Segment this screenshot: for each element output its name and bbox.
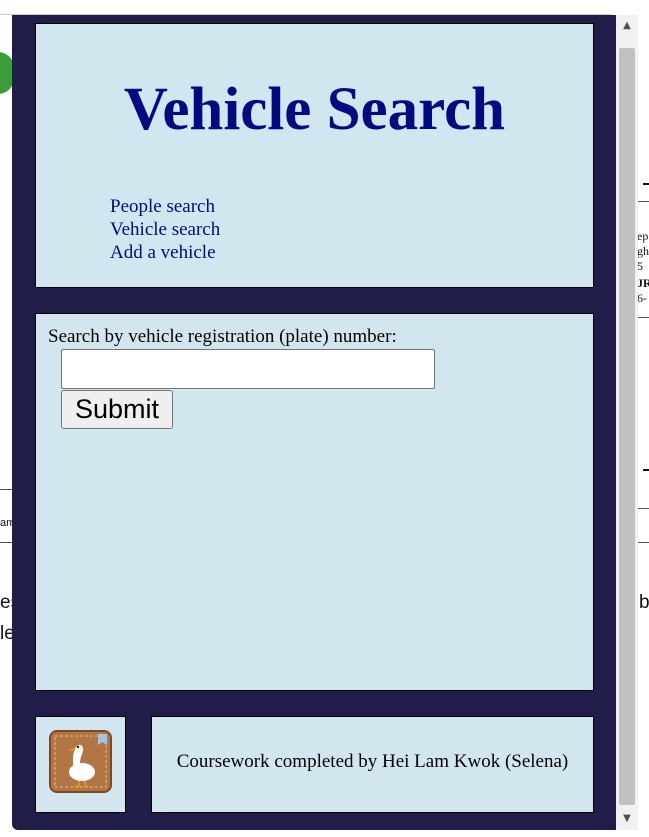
app-window: Vehicle Search People search Vehicle sea… bbox=[12, 15, 616, 830]
nav-link-vehicle-search[interactable]: Vehicle search bbox=[110, 218, 220, 241]
nav-item: People search bbox=[110, 195, 220, 218]
nav-menu: People search Vehicle search Add a vehic… bbox=[110, 195, 220, 264]
background-text-fragment: JR bbox=[637, 276, 649, 290]
nav-item: Add a vehicle bbox=[110, 241, 220, 264]
credit-text: Coursework completed by Hei Lam Kwok (Se… bbox=[176, 751, 569, 772]
footer-logo-panel bbox=[35, 716, 126, 813]
nav-link-people-search[interactable]: People search bbox=[110, 195, 220, 218]
background-text-fragment: gh bbox=[637, 244, 649, 258]
background-text-fragment: 6- bbox=[637, 291, 647, 305]
nav-link-add-vehicle[interactable]: Add a vehicle bbox=[110, 241, 220, 264]
background-divider bbox=[0, 542, 12, 543]
nav-item: Vehicle search bbox=[110, 218, 220, 241]
plate-number-input[interactable] bbox=[61, 349, 435, 389]
page-title: Vehicle Search bbox=[123, 76, 506, 143]
scroll-up-arrow-icon[interactable]: ▲ bbox=[616, 15, 638, 37]
submit-button[interactable]: Submit bbox=[61, 390, 173, 429]
header-panel: Vehicle Search People search Vehicle sea… bbox=[35, 23, 594, 288]
background-divider bbox=[0, 489, 12, 490]
search-panel: Search by vehicle registration (plate) n… bbox=[35, 313, 594, 691]
search-label: Search by vehicle registration (plate) n… bbox=[48, 326, 397, 347]
vertical-scrollbar[interactable]: ▲ ▼ bbox=[616, 15, 638, 830]
goose-icon bbox=[49, 730, 112, 793]
background-text-fragment: b bbox=[639, 592, 649, 613]
background-text-fragment: ep bbox=[637, 229, 649, 243]
scrollbar-thumb[interactable] bbox=[619, 48, 635, 805]
background-page-top bbox=[0, 0, 612, 15]
scroll-down-arrow-icon[interactable]: ▼ bbox=[616, 808, 638, 830]
footer-credit-panel: Coursework completed by Hei Lam Kwok (Se… bbox=[151, 716, 594, 813]
